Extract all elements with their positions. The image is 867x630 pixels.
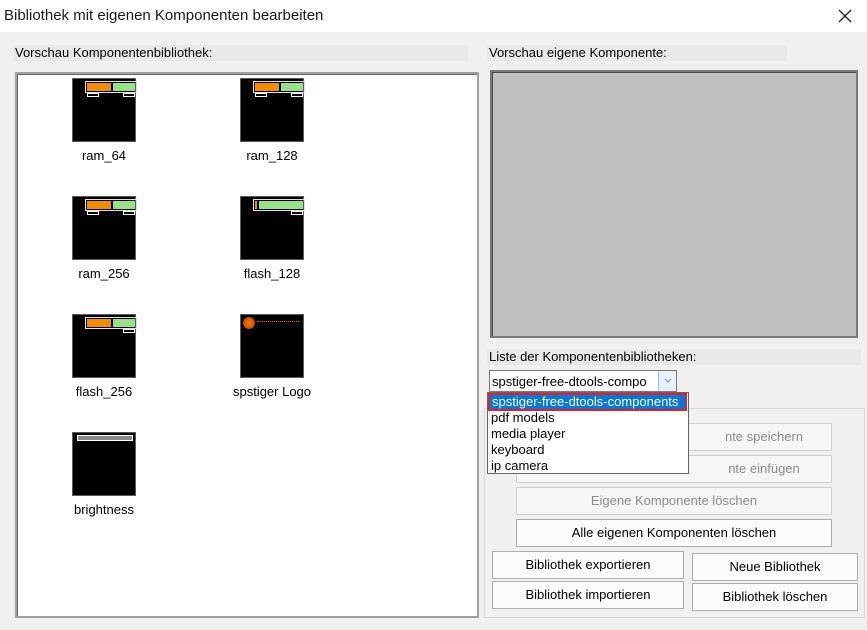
combobox-value: spstiger-free-dtools-compo [492,374,647,389]
dropdown-option[interactable]: pdf models [488,410,688,426]
delete-all-own-components-button[interactable]: Alle eigenen Komponenten löschen [516,519,832,547]
import-library-button[interactable]: Bibliothek importieren [492,581,684,609]
own-preview-label: Vorschau eigene Komponente: [487,45,787,61]
library-item-label: ram_256 [78,266,130,281]
close-icon [838,9,852,23]
library-item-flash-256[interactable]: flash_256 [44,314,164,399]
ram-thumbnail-icon [72,196,137,260]
flash-thumbnail-icon [72,314,137,378]
dropdown-option[interactable]: media player [488,426,688,442]
export-library-button[interactable]: Bibliothek exportieren [492,551,684,579]
dropdown-option[interactable]: keyboard [488,442,688,458]
delete-library-button[interactable]: Bibliothek löschen [692,583,858,611]
library-item-ram-64[interactable]: ram_64 [44,78,164,163]
library-combobox[interactable]: spstiger-free-dtools-compo [489,370,677,392]
library-item-spstiger-logo[interactable]: spstiger Logo [212,314,332,399]
combobox-dropdown-button[interactable] [658,371,676,391]
library-preview-panel[interactable]: ram_64 ram_128 ram_256 flash_128 flash_2… [15,72,479,618]
dropdown-option[interactable]: spstiger-free-dtools-components [488,393,687,411]
dropdown-option[interactable]: ip camera [488,458,688,474]
new-library-button[interactable]: Neue Bibliothek [692,553,858,581]
library-list-label: Liste der Komponentenbibliotheken: [487,349,861,365]
ram-thumbnail-icon [72,78,137,142]
flash-thumbnail-icon [240,196,305,260]
window-title: Bibliothek mit eigenen Komponenten bearb… [4,7,324,24]
library-item-ram-128[interactable]: ram_128 [212,78,332,163]
library-item-label: flash_256 [75,384,133,399]
close-button[interactable] [823,0,867,32]
logo-thumbnail-icon [240,314,304,378]
title-bar: Bibliothek mit eigenen Komponenten bearb… [0,0,867,32]
brightness-thumbnail-icon [72,432,136,496]
library-dropdown-list: spstiger-free-dtools-components pdf mode… [487,392,689,474]
chevron-down-icon [664,378,671,383]
library-item-flash-128[interactable]: flash_128 [212,196,332,281]
library-item-brightness[interactable]: brightness [44,432,164,517]
library-item-label: spstiger Logo [232,384,312,399]
library-item-label: ram_128 [246,148,298,163]
insert-own-component-label: nte einfügen [728,461,800,476]
library-item-ram-256[interactable]: ram_256 [44,196,164,281]
save-own-component-label: nte speichern [724,429,804,444]
own-component-preview [490,70,858,338]
delete-own-component-button[interactable]: Eigene Komponente löschen [516,487,832,515]
library-preview-label: Vorschau Komponentenbibliothek: [13,45,468,61]
ram-thumbnail-icon [240,78,305,142]
library-item-label: ram_64 [81,148,127,163]
library-item-label: brightness [74,502,134,517]
library-item-label: flash_128 [243,266,301,281]
